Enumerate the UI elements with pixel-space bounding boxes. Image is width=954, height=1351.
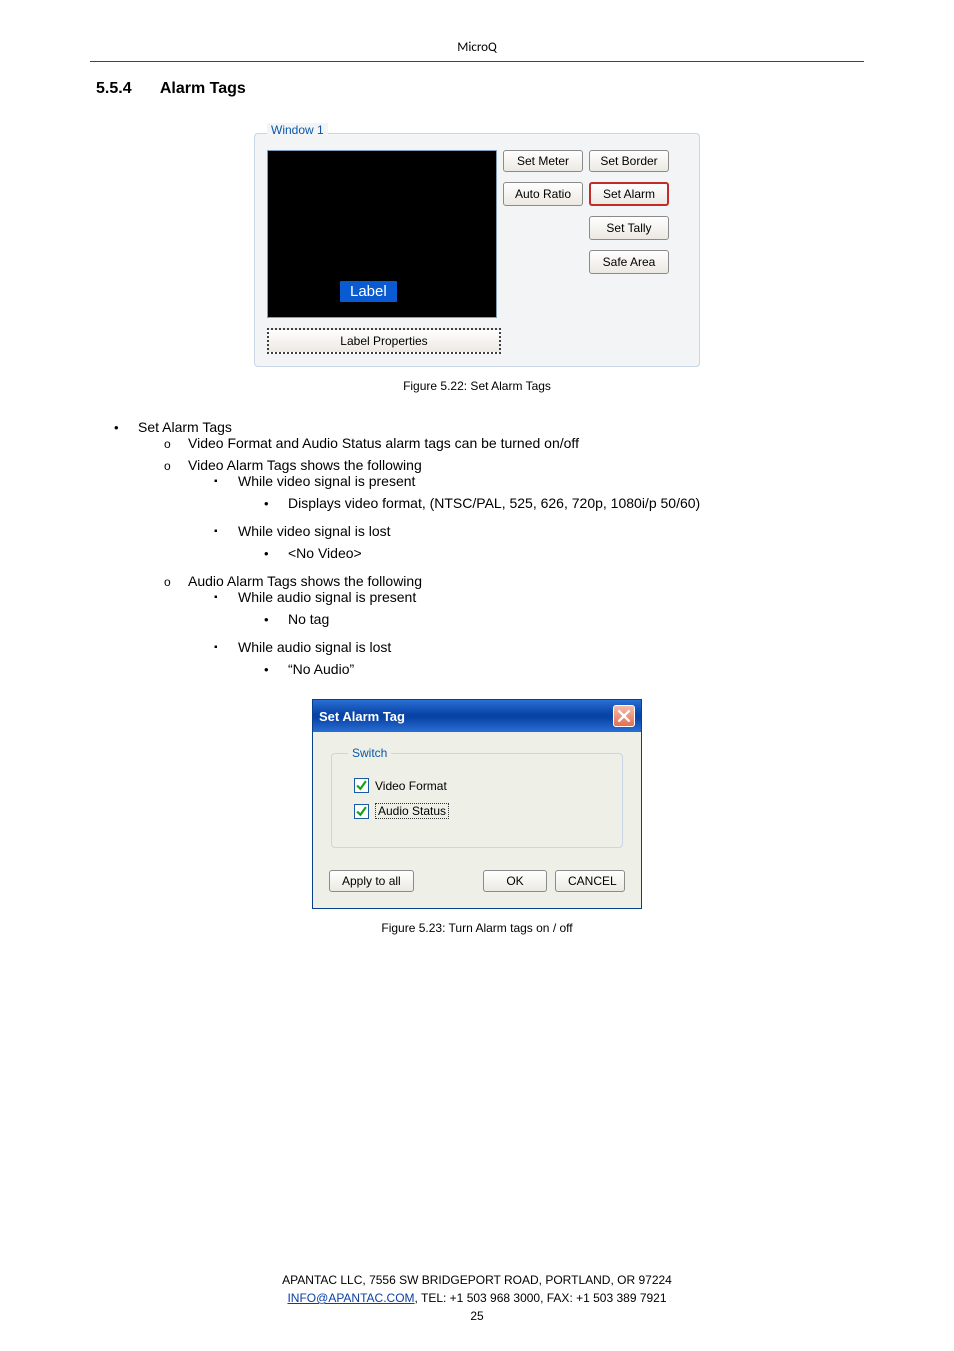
spacer [503, 250, 583, 274]
dialog-title: Set Alarm Tag [319, 709, 405, 724]
figure-5-23-caption: Figure 5.23: Turn Alarm tags on / off [90, 921, 864, 935]
bullet-video-formats: Displays video format, (NTSC/PAL, 525, 6… [264, 489, 864, 517]
bullet-video-present: While video signal is present Displays v… [214, 473, 864, 517]
switch-group: Switch Video Format Audio Status [331, 746, 623, 848]
section-title: Alarm Tags [160, 80, 246, 97]
bullet-video-lost: While video signal is lost <No Video> [214, 523, 864, 567]
bullet-audio-present: While audio signal is present No tag [214, 589, 864, 633]
bullet-no-video: <No Video> [264, 539, 864, 567]
section-heading: 5.5.4 Alarm Tags [96, 80, 864, 98]
ok-button[interactable]: OK [483, 870, 547, 892]
window1-legend: Window 1 [267, 123, 328, 137]
set-meter-button[interactable]: Set Meter [503, 150, 583, 172]
bullet-set-alarm-tags: Set Alarm Tags Video Format and Audio St… [114, 419, 864, 683]
header-rule [90, 61, 864, 62]
footer-email-link[interactable]: INFO@APANTAC.COM [287, 1291, 414, 1305]
set-border-button[interactable]: Set Border [589, 150, 669, 172]
bullet-video-tags: Video Alarm Tags shows the following Whi… [164, 457, 864, 567]
page-footer: APANTAC LLC, 7556 SW BRIDGEPORT ROAD, PO… [0, 1271, 954, 1325]
video-format-label: Video Format [375, 779, 447, 793]
dialog-titlebar: Set Alarm Tag [313, 700, 641, 732]
video-format-checkbox[interactable] [354, 778, 369, 793]
bullet-onoff: Video Format and Audio Status alarm tags… [164, 435, 864, 451]
bullet-audio-tags: Audio Alarm Tags shows the following Whi… [164, 573, 864, 683]
section-number: 5.5.4 [96, 80, 156, 98]
header-app-name: MicroQ [90, 40, 864, 55]
footer-phone-fax: , TEL: +1 503 968 3000, FAX: +1 503 389 … [415, 1291, 667, 1305]
bullet-audio-lost: While audio signal is lost “No Audio” [214, 639, 864, 683]
audio-status-label: Audio Status [375, 803, 449, 819]
set-alarm-button[interactable]: Set Alarm [589, 182, 669, 206]
footer-page-number: 25 [0, 1307, 954, 1325]
apply-to-all-button[interactable]: Apply to all [329, 870, 414, 892]
set-tally-button[interactable]: Set Tally [589, 216, 669, 240]
spacer [503, 216, 583, 240]
set-alarm-tag-dialog: Set Alarm Tag Switch Video Format [312, 699, 642, 909]
audio-status-checkbox[interactable] [354, 804, 369, 819]
window1-preview: Label [267, 150, 497, 318]
close-icon[interactable] [613, 705, 635, 727]
switch-legend: Switch [348, 746, 391, 760]
window1-group: Window 1 Label Set Meter Set Border Auto… [254, 126, 700, 367]
figure-5-22-caption: Figure 5.22: Set Alarm Tags [90, 379, 864, 393]
label-properties-button[interactable]: Label Properties [267, 328, 501, 354]
footer-address: APANTAC LLC, 7556 SW BRIDGEPORT ROAD, PO… [0, 1271, 954, 1289]
window1-overlay-label[interactable]: Label [340, 281, 397, 302]
bullet-no-audio: “No Audio” [264, 655, 864, 683]
safe-area-button[interactable]: Safe Area [589, 250, 669, 274]
cancel-button[interactable]: CANCEL [555, 870, 625, 892]
auto-ratio-button[interactable]: Auto Ratio [503, 182, 583, 206]
bullet-no-tag: No tag [264, 605, 864, 633]
